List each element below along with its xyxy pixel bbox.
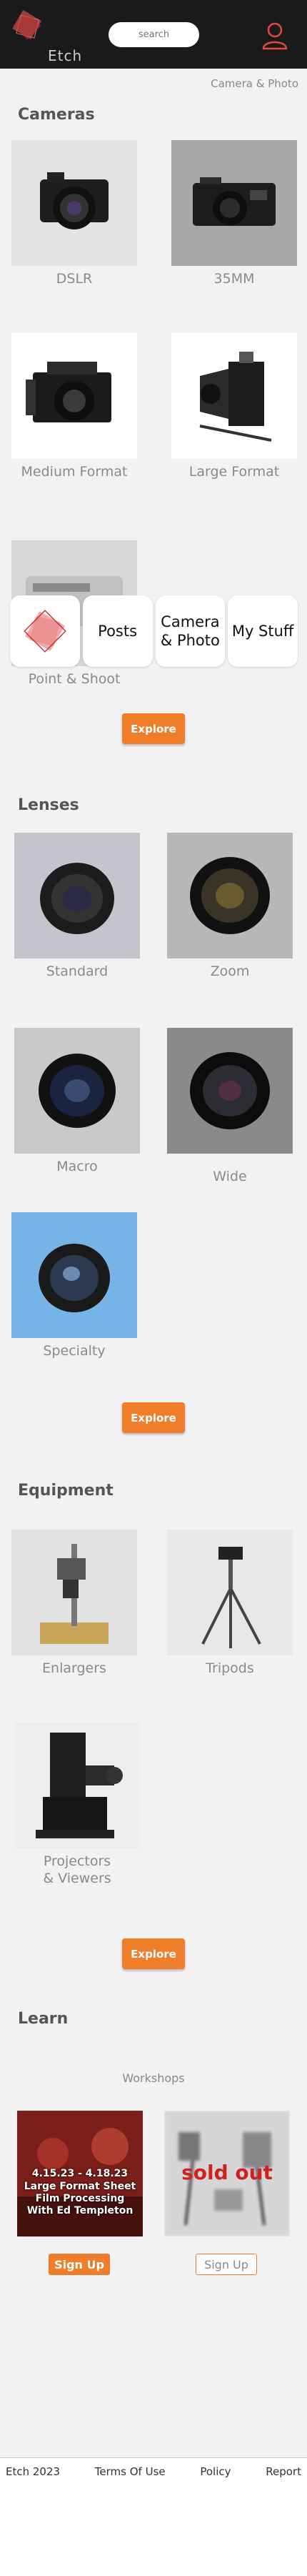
category-card-dslr[interactable]: DSLR xyxy=(11,140,137,287)
lens-label: Standard xyxy=(46,963,109,979)
35mm-camera-image xyxy=(171,140,297,266)
footer-terms-link[interactable]: Terms Of Use xyxy=(95,2465,166,2478)
section-title-cameras: Cameras xyxy=(18,106,95,124)
top-header: Etch xyxy=(0,0,307,69)
section-title-learn: Learn xyxy=(18,2010,69,2028)
equipment-card-projectors[interactable]: Projectors & Viewers xyxy=(14,1723,140,1887)
nav-my-stuff[interactable]: My Stuff xyxy=(228,595,298,667)
category-card-medium-format[interactable]: Medium Format xyxy=(11,333,137,480)
category-label: Point & Shoot xyxy=(28,671,121,687)
equipment-card-tripods[interactable]: Tripods xyxy=(167,1530,293,1677)
bottom-navigation: Posts Camera & Photo My Stuff xyxy=(10,595,298,667)
lens-label: Specialty xyxy=(43,1343,106,1359)
category-card-large-format[interactable]: Large Format xyxy=(171,333,297,480)
category-label: 35MM xyxy=(213,271,255,287)
user-profile-icon[interactable] xyxy=(261,21,288,50)
category-card-35mm[interactable]: 35MM xyxy=(171,140,297,287)
lens-label: Zoom xyxy=(210,963,250,979)
workshop-card-2[interactable]: sold out xyxy=(164,2111,290,2236)
workshop-1-title: Large Format Sheet Film Processing With … xyxy=(24,2181,136,2216)
lens-card-standard[interactable]: Standard xyxy=(14,833,140,980)
search-input[interactable] xyxy=(109,22,199,47)
category-label: DSLR xyxy=(56,271,93,287)
equipment-label: Projectors & Viewers xyxy=(43,1853,111,1886)
specialty-lens-image xyxy=(11,1212,137,1338)
breadcrumb[interactable]: Camera & Photo xyxy=(211,77,298,90)
lens-card-zoom[interactable]: Zoom xyxy=(167,833,293,980)
nav-posts[interactable]: Posts xyxy=(82,595,153,667)
nav-home-logo[interactable] xyxy=(10,595,80,667)
zoom-lens-image xyxy=(167,833,293,958)
explore-equipment-button[interactable]: Explore xyxy=(122,1938,185,1969)
large-format-camera-image xyxy=(171,333,297,459)
wide-lens-image xyxy=(167,1028,293,1154)
etch-logo-icon[interactable] xyxy=(10,9,44,43)
sold-out-badge: sold out xyxy=(181,2161,273,2184)
standard-lens-image xyxy=(14,833,140,958)
workshops-subtitle: Workshops xyxy=(122,2071,185,2085)
etch-logo-icon xyxy=(23,610,66,653)
equipment-label: Tripods xyxy=(206,1660,254,1676)
macro-lens-image xyxy=(14,1028,140,1154)
footer-policy-link[interactable]: Policy xyxy=(200,2465,231,2478)
footer: Etch 2023 Terms Of Use Policy Report xyxy=(0,2457,307,2576)
workshop-card-1[interactable]: 4.15.23 - 4.18.23 Large Format Sheet Fil… xyxy=(17,2111,143,2236)
dslr-camera-image xyxy=(11,140,137,266)
equipment-card-enlargers[interactable]: Enlargers xyxy=(11,1530,137,1677)
medium-format-camera-image xyxy=(11,333,137,459)
lens-card-macro[interactable]: Macro xyxy=(14,1028,140,1175)
section-title-equipment: Equipment xyxy=(18,1482,114,1500)
workshop-2-signup-button[interactable]: Sign Up xyxy=(196,2254,257,2275)
explore-cameras-button[interactable]: Explore xyxy=(122,713,185,744)
footer-report-link[interactable]: Report xyxy=(266,2465,301,2478)
tripod-image xyxy=(167,1530,293,1655)
enlarger-image xyxy=(11,1530,137,1655)
logo-text[interactable]: Etch xyxy=(48,47,82,64)
nav-camera-photo[interactable]: Camera & Photo xyxy=(155,595,226,667)
workshop-1-signup-button[interactable]: Sign Up xyxy=(49,2254,110,2275)
lens-label: Macro xyxy=(56,1159,98,1174)
explore-lenses-button[interactable]: Explore xyxy=(122,1402,185,1433)
category-label: Large Format xyxy=(188,464,280,480)
equipment-label: Enlargers xyxy=(42,1660,106,1676)
lens-card-wide[interactable]: Wide xyxy=(167,1028,293,1185)
projector-image xyxy=(14,1723,140,1848)
footer-copyright: Etch 2023 xyxy=(6,2465,61,2478)
lens-label: Wide xyxy=(213,1169,247,1184)
lens-card-specialty[interactable]: Specialty xyxy=(11,1212,137,1359)
section-title-lenses: Lenses xyxy=(18,796,79,814)
category-label: Medium Format xyxy=(21,464,128,480)
workshop-1-dates: 4.15.23 - 4.18.23 xyxy=(31,2168,129,2179)
